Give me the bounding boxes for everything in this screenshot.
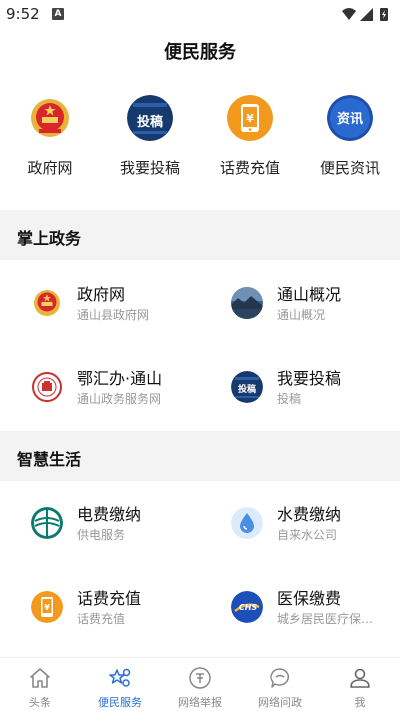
section-header-life: 智慧生活 [0, 431, 400, 481]
nav-tab-services[interactable]: 便民服务 [80, 658, 160, 711]
grid-item-government[interactable]: 政府网 通山县政府网 [0, 262, 200, 346]
status-time: 9:52 [6, 5, 40, 23]
section-header-gov: 掌上政务 [0, 210, 400, 260]
landscape-photo-icon [231, 287, 263, 319]
chs-medical-insurance-icon: CHS [231, 591, 263, 623]
nav-label: 网络问政 [258, 696, 302, 709]
quick-item-news[interactable]: 资讯 便民资讯 [300, 95, 400, 185]
status-icons [342, 8, 388, 21]
grid-item-medical[interactable]: CHS 医保缴费 城乡居民医疗保… [200, 566, 400, 650]
user-icon [350, 668, 370, 688]
bottom-nav: 头条 便民服务 网络举报 网络问政 我 [0, 657, 400, 711]
home-icon [30, 668, 50, 688]
services-star-icon [109, 668, 131, 687]
grid-title: 我要投稿 [277, 369, 342, 388]
news-info-icon: 资讯 [327, 95, 373, 141]
submit-icon-text: 投稿 [137, 114, 163, 130]
quick-item-government[interactable]: 政府网 [0, 95, 100, 185]
nav-label: 网络举报 [178, 696, 222, 709]
grid-title: 政府网 [77, 285, 126, 304]
submit-article-icon: 投稿 [127, 95, 173, 141]
section-title: 智慧生活 [17, 450, 82, 469]
quick-label: 话费充值 [219, 159, 280, 177]
ehuiban-seal-icon [31, 371, 63, 403]
page-title: 便民服务 [164, 42, 236, 63]
phone-recharge-icon: ¥ [31, 591, 63, 623]
signal-icon [360, 8, 373, 21]
grid-title: 鄂汇办·通山 [77, 369, 163, 388]
grid-item-ehuiban[interactable]: 鄂汇办·通山 通山政务服务网 [0, 346, 200, 430]
nav-label: 我 [354, 696, 366, 709]
grid-subtitle: 供电服务 [77, 528, 126, 542]
nav-tab-report[interactable]: 网络举报 [160, 658, 240, 711]
nav-tab-headlines[interactable]: 头条 [0, 658, 80, 711]
section-title: 掌上政务 [17, 229, 82, 248]
phone-recharge-icon: ¥ [227, 95, 273, 141]
grid-subtitle: 话费充值 [77, 612, 126, 626]
grid-subtitle: 自来水公司 [277, 528, 338, 542]
nav-tab-me[interactable]: 我 [320, 658, 400, 711]
grid-subtitle: 通山概况 [277, 308, 326, 322]
quick-access-row: 政府网 投稿 我要投稿 ¥ 话费充值 资讯 便民资讯 [0, 95, 400, 185]
quick-item-recharge[interactable]: ¥ 话费充值 [200, 95, 300, 185]
svg-text:¥: ¥ [246, 112, 254, 125]
chs-icon-text: CHS [239, 603, 258, 612]
grid-subtitle: 投稿 [277, 392, 302, 406]
grid-subtitle: 通山政务服务网 [77, 392, 162, 406]
report-icon [189, 667, 211, 689]
nav-label: 便民服务 [98, 696, 142, 709]
news-icon-text: 资讯 [337, 111, 363, 127]
svg-text:¥: ¥ [44, 603, 50, 612]
nav-label: 头条 [29, 696, 51, 709]
national-emblem-icon [31, 287, 63, 319]
notification-icon: A [52, 8, 64, 20]
grid-item-recharge[interactable]: ¥ 话费充值 话费充值 [0, 566, 200, 650]
water-drop-icon [231, 507, 263, 539]
grid-title: 水费缴纳 [277, 505, 342, 524]
grid-item-water[interactable]: 水费缴纳 自来水公司 [200, 482, 400, 566]
national-emblem-icon [27, 95, 73, 141]
submit-icon-text: 投稿 [238, 383, 256, 395]
quick-label: 政府网 [27, 159, 73, 177]
quick-label: 便民资讯 [319, 159, 380, 177]
status-bar: 9:52 A [0, 0, 400, 28]
grid-title: 通山概况 [277, 285, 342, 304]
grid-subtitle: 城乡居民医疗保… [277, 612, 374, 626]
quick-label: 我要投稿 [119, 159, 180, 177]
grid-title: 话费充值 [77, 589, 142, 608]
nav-tab-inquiry[interactable]: 网络问政 [240, 658, 320, 711]
quick-item-submit[interactable]: 投稿 我要投稿 [100, 95, 200, 185]
wifi-icon [342, 8, 356, 20]
state-grid-icon [31, 507, 63, 539]
grid-item-electricity[interactable]: 电费缴纳 供电服务 [0, 482, 200, 566]
grid-item-submit[interactable]: 投稿 我要投稿 投稿 [200, 346, 400, 430]
grid-title: 电费缴纳 [77, 505, 142, 524]
grid-title: 医保缴费 [277, 589, 342, 608]
submit-article-icon: 投稿 [231, 371, 263, 403]
grid-item-overview[interactable]: 通山概况 通山概况 [200, 262, 400, 346]
chat-question-icon [270, 668, 289, 688]
grid-subtitle: 通山县政府网 [77, 308, 150, 322]
